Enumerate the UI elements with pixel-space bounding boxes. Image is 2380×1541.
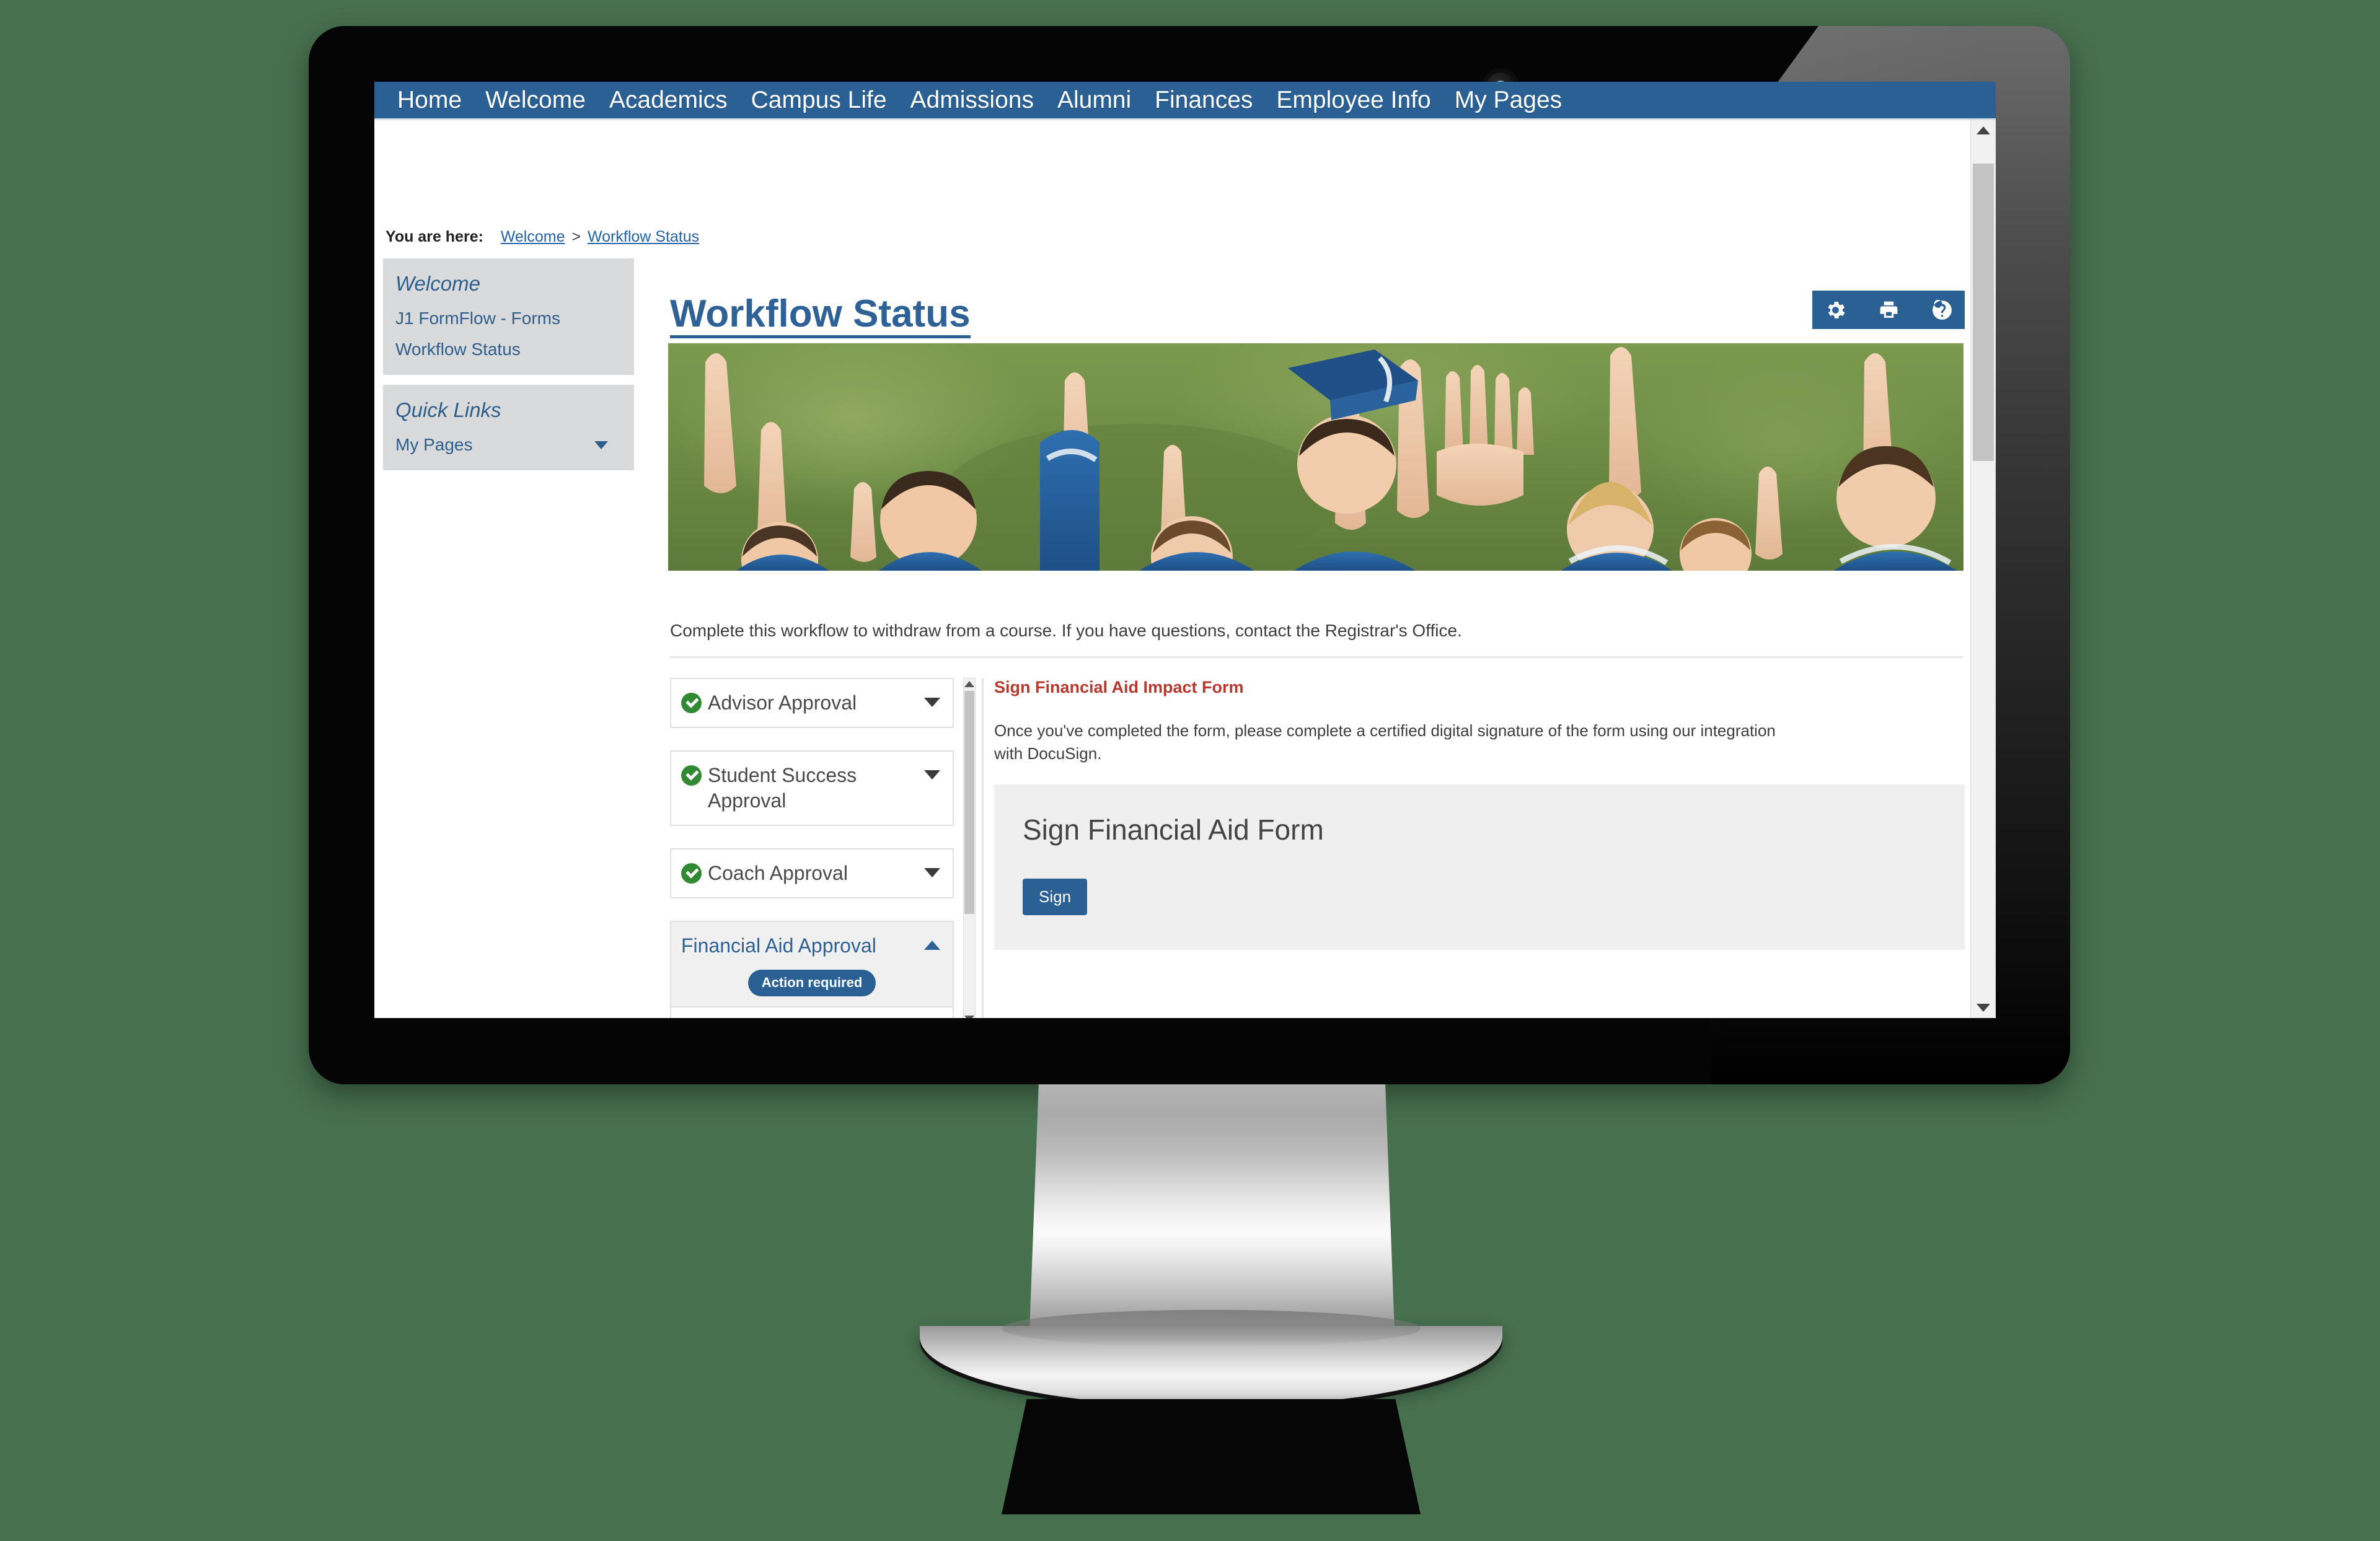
breadcrumb-link-welcome[interactable]: Welcome	[501, 228, 565, 245]
accordion-header[interactable]: Advisor Approval	[671, 679, 953, 727]
breadcrumb: You are here: Welcome > Workflow Status	[386, 228, 699, 246]
accordion-title: Student Success Approval	[708, 763, 857, 812]
sidebar-item-my-pages[interactable]: My Pages	[383, 429, 634, 460]
accordion-header[interactable]: Coach Approval	[671, 850, 953, 897]
page-intro-text: Complete this workflow to withdraw from …	[670, 621, 1462, 640]
breadcrumb-link-workflow-status[interactable]: Workflow Status	[588, 228, 699, 245]
accordion-scrollbar[interactable]	[963, 678, 976, 1018]
status-badge-row: Action required	[671, 969, 953, 1006]
accordion-title: Coach Approval	[708, 861, 848, 884]
scroll-down-arrow-icon[interactable]	[1977, 1004, 1990, 1012]
scrollbar-thumb[interactable]	[1973, 164, 1994, 461]
sidebar-item-label: My Pages	[395, 435, 473, 454]
page-tools-toolbar	[1812, 291, 1965, 329]
scrollbar-thumb[interactable]	[964, 691, 974, 914]
sign-form-title: Sign Financial Aid Form	[1023, 813, 1324, 846]
scroll-up-arrow-icon[interactable]	[964, 681, 974, 687]
sidebar-heading-quick-links: Quick Links	[395, 398, 501, 421]
chevron-down-icon[interactable]	[594, 441, 608, 449]
status-badge: Action required	[747, 969, 876, 996]
sign-form-card: Sign Financial Aid Form Sign	[994, 784, 1965, 950]
workflow-steps-accordion: Advisor Approval Student Success Approva…	[670, 678, 967, 1018]
print-icon[interactable]	[1874, 296, 1903, 324]
scroll-down-arrow-icon[interactable]	[964, 1016, 974, 1018]
top-navigation: Home Welcome Academics Campus Life Admis…	[374, 82, 1996, 120]
sign-button[interactable]: Sign	[1023, 878, 1088, 915]
accordion-item-coach-approval[interactable]: Coach Approval	[670, 848, 954, 898]
help-icon[interactable]	[1928, 296, 1956, 324]
chevron-down-icon[interactable]	[924, 698, 940, 707]
left-sidebar: Welcome J1 FormFlow - Forms Workflow Sta…	[383, 258, 634, 480]
sidebar-item-j1-formflow-forms[interactable]: J1 FormFlow - Forms	[383, 303, 634, 334]
accordion-item-student-success-approval[interactable]: Student Success Approval	[670, 750, 954, 826]
monitor-stand-shadow	[1002, 1399, 1421, 1514]
chevron-up-icon[interactable]	[924, 940, 940, 950]
check-circle-icon	[681, 765, 702, 786]
nav-item-campus-life[interactable]: Campus Life	[739, 88, 899, 112]
page-scrollbar[interactable]	[1970, 120, 1996, 1018]
check-circle-icon	[681, 863, 702, 884]
nav-item-academics[interactable]: Academics	[597, 88, 739, 112]
browser-viewport: Home Welcome Academics Campus Life Admis…	[374, 82, 1996, 1018]
sidebar-group-quick-links: Quick Links My Pages	[383, 385, 634, 470]
accordion-subitem[interactable]	[671, 1006, 953, 1018]
nav-item-alumni[interactable]: Alumni	[1046, 88, 1143, 112]
page-title[interactable]: Workflow Status	[670, 293, 971, 338]
sidebar-heading-welcome: Welcome	[395, 272, 480, 295]
nav-item-my-pages[interactable]: My Pages	[1443, 88, 1574, 112]
vertical-divider	[982, 678, 984, 1018]
scroll-up-arrow-icon[interactable]	[1977, 126, 1990, 134]
sidebar-group-welcome: Welcome J1 FormFlow - Forms Workflow Sta…	[383, 258, 634, 375]
sidebar-item-label: J1 FormFlow - Forms	[395, 309, 560, 328]
chevron-down-icon[interactable]	[924, 770, 940, 779]
step-detail-panel: Sign Financial Aid Impact Form Once you'…	[994, 678, 1965, 950]
section-divider	[670, 656, 1963, 658]
check-circle-icon	[681, 693, 702, 713]
accordion-header[interactable]: Financial Aid Approval	[671, 922, 953, 970]
nav-item-finances[interactable]: Finances	[1143, 88, 1264, 112]
nav-item-home[interactable]: Home	[386, 88, 474, 112]
monitor-stand-base	[920, 1310, 1502, 1407]
hero-banner-image	[668, 343, 1963, 571]
sidebar-item-label: Workflow Status	[395, 340, 521, 359]
step-description: Once you've completed the form, please c…	[994, 721, 1776, 763]
chevron-down-icon[interactable]	[924, 867, 940, 877]
nav-item-employee-info[interactable]: Employee Info	[1264, 88, 1442, 112]
nav-item-welcome[interactable]: Welcome	[474, 88, 597, 112]
nav-item-admissions[interactable]: Admissions	[899, 88, 1046, 112]
breadcrumb-label: You are here:	[386, 228, 483, 245]
step-heading: Sign Financial Aid Impact Form	[994, 678, 1244, 696]
monitor-scene: Home Welcome Academics Campus Life Admis…	[0, 0, 2380, 1541]
sidebar-item-workflow-status[interactable]: Workflow Status	[383, 334, 634, 365]
accordion-header[interactable]: Student Success Approval	[671, 752, 953, 825]
breadcrumb-separator: >	[571, 228, 581, 245]
gear-icon[interactable]	[1821, 296, 1849, 324]
accordion-item-financial-aid-approval[interactable]: Financial Aid Approval Action required	[670, 920, 954, 1018]
accordion-title: Financial Aid Approval	[681, 934, 876, 957]
accordion-title: Advisor Approval	[708, 691, 857, 714]
accordion-item-advisor-approval[interactable]: Advisor Approval	[670, 678, 954, 728]
